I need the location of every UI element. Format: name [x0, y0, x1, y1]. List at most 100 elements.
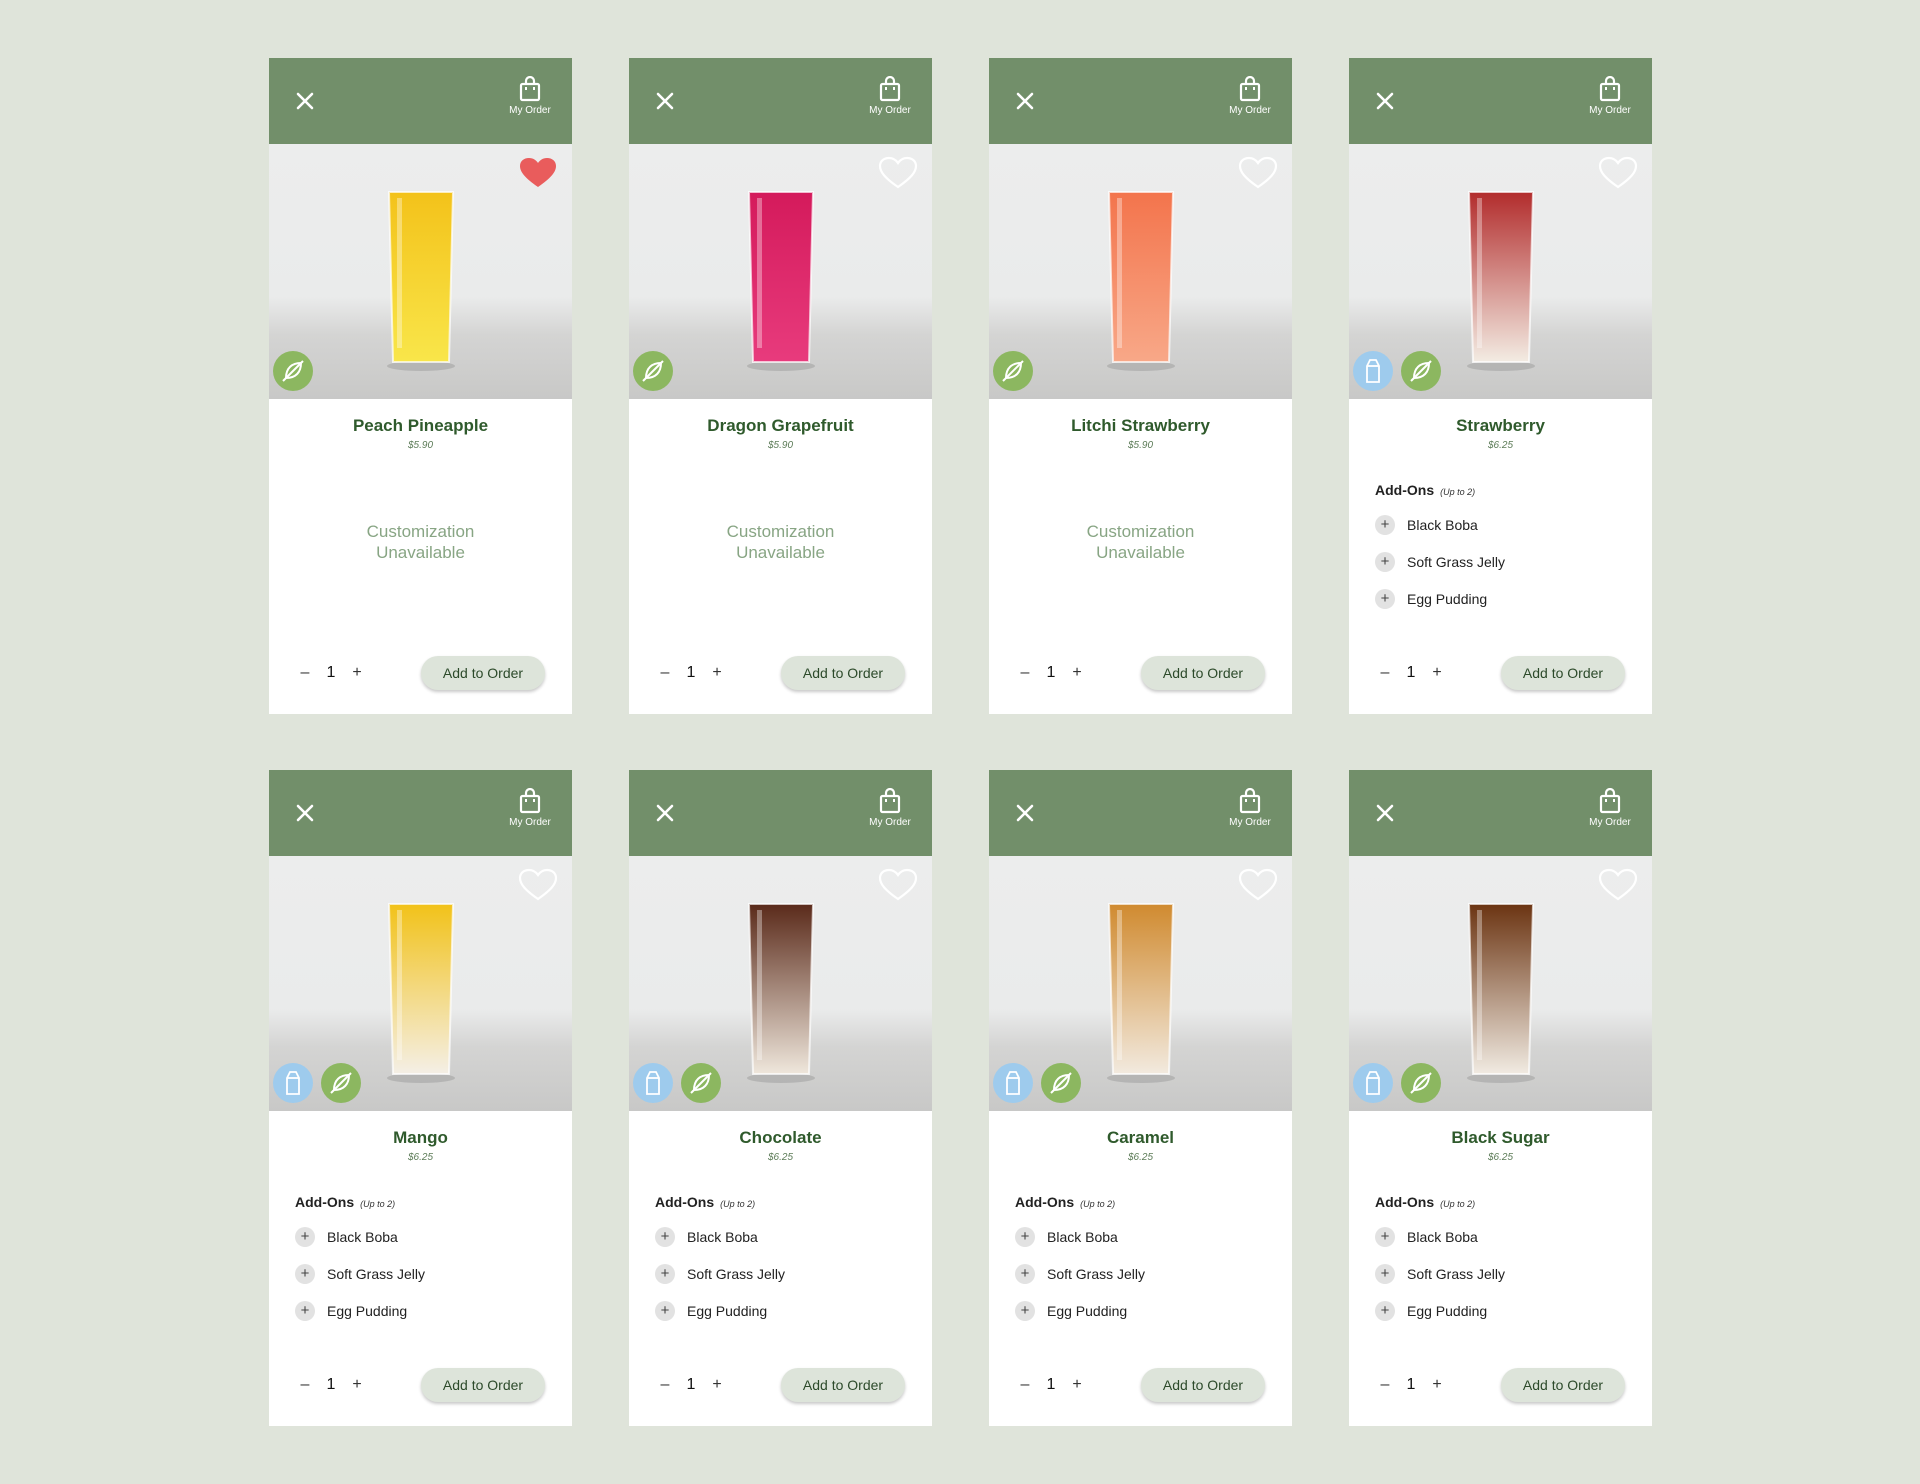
heart-icon — [1238, 868, 1278, 901]
increase-quantity-button[interactable]: + — [347, 664, 367, 682]
addons-heading: Add-Ons (Up to 2) — [1375, 1194, 1625, 1210]
close-button[interactable] — [291, 87, 319, 115]
favorite-button[interactable] — [518, 156, 558, 190]
my-order-button[interactable]: My Order — [1582, 76, 1638, 126]
decrease-quantity-button[interactable]: – — [295, 1376, 315, 1394]
addons-title: Add-Ons — [295, 1194, 355, 1210]
addon-black-boba[interactable]: + Black Boba — [655, 1227, 905, 1247]
addon-soft-grass-jelly[interactable]: + Soft Grass Jelly — [1015, 1264, 1265, 1284]
addon-soft-grass-jelly[interactable]: + Soft Grass Jelly — [295, 1264, 545, 1284]
addon-egg-pudding[interactable]: + Egg Pudding — [1375, 589, 1625, 609]
my-order-button[interactable]: My Order — [862, 788, 918, 838]
add-to-order-button[interactable]: Add to Order — [1141, 1368, 1265, 1402]
my-order-label: My Order — [509, 105, 551, 116]
decrease-quantity-button[interactable]: – — [655, 1376, 675, 1394]
increase-quantity-button[interactable]: + — [707, 1376, 727, 1394]
close-button[interactable] — [651, 799, 679, 827]
favorite-button[interactable] — [1238, 868, 1278, 902]
my-order-button[interactable]: My Order — [502, 76, 558, 126]
add-to-order-button[interactable]: Add to Order — [781, 1368, 905, 1402]
addon-black-boba[interactable]: + Black Boba — [1375, 1227, 1625, 1247]
favorite-button[interactable] — [1238, 156, 1278, 190]
addon-soft-grass-jelly[interactable]: + Soft Grass Jelly — [1375, 1264, 1625, 1284]
plus-icon: + — [655, 1227, 675, 1247]
increase-quantity-button[interactable]: + — [1427, 664, 1447, 682]
addon-label: Black Boba — [1407, 517, 1478, 533]
my-order-button[interactable]: My Order — [1222, 76, 1278, 126]
my-order-button[interactable]: My Order — [862, 76, 918, 126]
close-button[interactable] — [651, 87, 679, 115]
card-header: My Order — [1349, 58, 1652, 144]
close-icon — [1016, 804, 1034, 822]
close-button[interactable] — [291, 799, 319, 827]
addons-heading: Add-Ons (Up to 2) — [295, 1194, 545, 1210]
addon-black-boba[interactable]: + Black Boba — [1015, 1227, 1265, 1247]
addon-egg-pudding[interactable]: + Egg Pudding — [1375, 1301, 1625, 1321]
my-order-label: My Order — [1229, 105, 1271, 116]
addon-soft-grass-jelly[interactable]: + Soft Grass Jelly — [1375, 552, 1625, 572]
increase-quantity-button[interactable]: + — [707, 664, 727, 682]
my-order-button[interactable]: My Order — [502, 788, 558, 838]
favorite-button[interactable] — [1598, 868, 1638, 902]
increase-quantity-button[interactable]: + — [1067, 664, 1087, 682]
quantity-stepper: – 1 + — [655, 1370, 727, 1400]
drink-card-black-sugar: My Order Black Sugar $6.25 Add-Ons (Up t… — [1349, 770, 1652, 1426]
quantity-stepper: – 1 + — [1015, 1370, 1087, 1400]
my-order-button[interactable]: My Order — [1222, 788, 1278, 838]
customization-unavailable-text: Customization Unavailable — [366, 522, 475, 562]
addons-section: Add-Ons (Up to 2) + Black Boba + Soft Grass… — [1015, 1194, 1265, 1321]
drink-name: Peach Pineapple — [352, 416, 489, 435]
vegan-badge — [273, 351, 313, 391]
crossed-leaf-icon — [1410, 1072, 1432, 1094]
vegan-badge — [681, 1063, 721, 1103]
quantity-value: 1 — [326, 1376, 336, 1393]
shopping-bag-icon — [1239, 76, 1261, 102]
heart-icon — [878, 868, 918, 901]
add-to-order-button[interactable]: Add to Order — [421, 656, 545, 690]
favorite-button[interactable] — [1598, 156, 1638, 190]
card-header: My Order — [269, 58, 572, 144]
crossed-leaf-icon — [1050, 1072, 1072, 1094]
add-to-order-button[interactable]: Add to Order — [421, 1368, 545, 1402]
add-to-order-button[interactable]: Add to Order — [1501, 1368, 1625, 1402]
favorite-button[interactable] — [878, 156, 918, 190]
addon-soft-grass-jelly[interactable]: + Soft Grass Jelly — [655, 1264, 905, 1284]
decrease-quantity-button[interactable]: – — [1375, 1376, 1395, 1394]
plus-icon: + — [1375, 515, 1395, 535]
add-to-order-button[interactable]: Add to Order — [1501, 656, 1625, 690]
close-button[interactable] — [1371, 87, 1399, 115]
drink-price: $5.90 — [407, 440, 434, 451]
close-icon — [296, 92, 314, 110]
increase-quantity-button[interactable]: + — [1067, 1376, 1087, 1394]
decrease-quantity-button[interactable]: – — [655, 664, 675, 682]
decrease-quantity-button[interactable]: – — [1375, 664, 1395, 682]
close-button[interactable] — [1011, 799, 1039, 827]
add-to-order-button[interactable]: Add to Order — [1141, 656, 1265, 690]
decrease-quantity-button[interactable]: – — [1015, 1376, 1035, 1394]
quantity-stepper: – 1 + — [1015, 658, 1087, 688]
addon-black-boba[interactable]: + Black Boba — [1375, 515, 1625, 535]
close-button[interactable] — [1011, 87, 1039, 115]
favorite-button[interactable] — [878, 868, 918, 902]
drink-card-strawberry: My Order Strawberry $6.25 Add-Ons (Up to… — [1349, 58, 1652, 714]
addon-egg-pudding[interactable]: + Egg Pudding — [1015, 1301, 1265, 1321]
increase-quantity-button[interactable]: + — [1427, 1376, 1447, 1394]
drink-price: $6.25 — [767, 1152, 794, 1163]
addon-egg-pudding[interactable]: + Egg Pudding — [295, 1301, 545, 1321]
addon-egg-pudding[interactable]: + Egg Pudding — [655, 1301, 905, 1321]
drink-price: $6.25 — [1487, 1152, 1514, 1163]
plus-icon: + — [1375, 1301, 1395, 1321]
quantity-value: 1 — [1406, 1376, 1416, 1393]
decrease-quantity-button[interactable]: – — [295, 664, 315, 682]
increase-quantity-button[interactable]: + — [347, 1376, 367, 1394]
my-order-button[interactable]: My Order — [1582, 788, 1638, 838]
addon-black-boba[interactable]: + Black Boba — [295, 1227, 545, 1247]
quantity-stepper: – 1 + — [1375, 1370, 1447, 1400]
diet-badges — [993, 351, 1033, 393]
decrease-quantity-button[interactable]: – — [1015, 664, 1035, 682]
close-button[interactable] — [1371, 799, 1399, 827]
favorite-button[interactable] — [518, 868, 558, 902]
add-to-order-button[interactable]: Add to Order — [781, 656, 905, 690]
drink-photo — [629, 856, 932, 1111]
close-icon — [296, 804, 314, 822]
